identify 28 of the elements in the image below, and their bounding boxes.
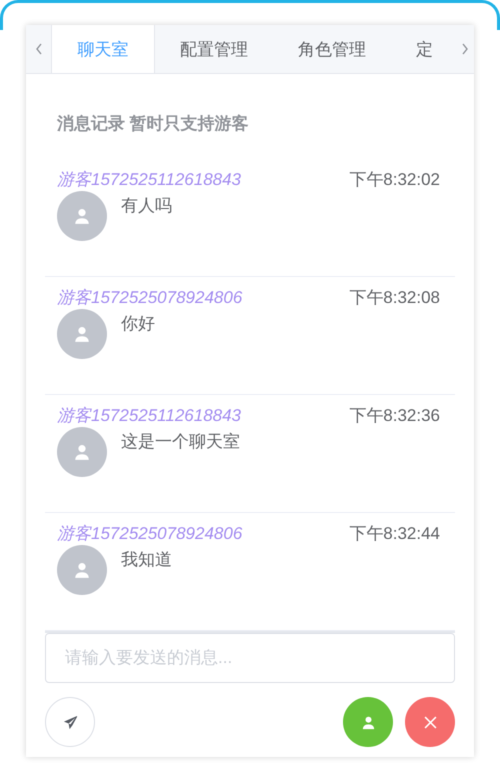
tab[interactable]: 角色管理 — [273, 25, 391, 73]
sender-name: 游客1572525112618843 — [57, 405, 242, 428]
message-time: 下午8:32:02 — [349, 169, 440, 192]
user-icon — [360, 714, 376, 730]
message-text: 你好 — [121, 313, 155, 335]
user-icon — [73, 207, 91, 225]
user-icon — [73, 325, 91, 343]
chevron-left-icon — [34, 42, 44, 56]
message-time: 下午8:32:44 — [349, 523, 440, 546]
user-icon — [73, 443, 91, 461]
message-time: 下午8:32:08 — [349, 287, 440, 310]
message-text: 这是一个聊天室 — [121, 431, 240, 453]
user-button[interactable] — [343, 697, 393, 747]
section-heading: 消息记录 暂时只支持游客 — [57, 113, 250, 135]
send-button[interactable] — [45, 697, 95, 747]
paper-plane-icon — [62, 714, 78, 730]
message-text: 有人吗 — [121, 195, 172, 217]
sender-name: 游客1572525112618843 — [57, 169, 242, 192]
message-text: 我知道 — [121, 549, 172, 571]
message-time: 下午8:32:36 — [349, 405, 440, 428]
user-icon — [73, 561, 91, 579]
sender-name: 游客1572525078924806 — [57, 523, 242, 546]
sender-name: 游客1572525078924806 — [57, 287, 242, 310]
tab[interactable]: 配置管理 — [155, 25, 273, 73]
close-button[interactable] — [405, 697, 455, 747]
chevron-right-icon — [460, 42, 470, 56]
close-icon — [424, 716, 436, 728]
tab[interactable]: 定 — [391, 25, 456, 73]
